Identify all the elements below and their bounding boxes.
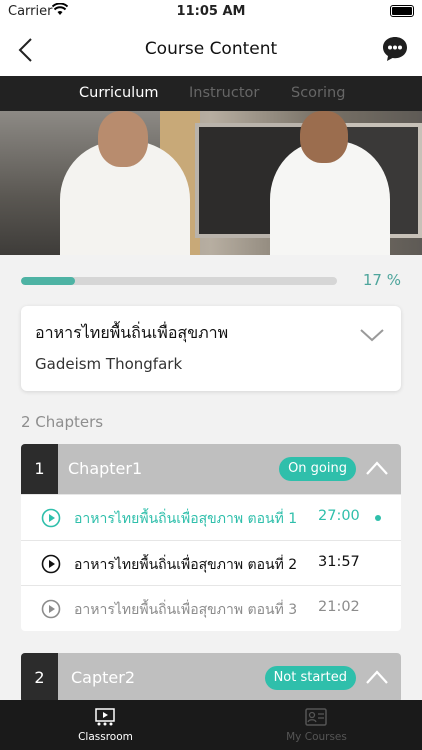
chapter-number: 1 [21, 444, 58, 494]
clock: 11:05 AM [176, 4, 246, 19]
battery-icon [390, 5, 414, 17]
lesson-duration: 31:57 [318, 553, 360, 570]
chevron-down-icon[interactable] [359, 326, 385, 344]
lesson-duration: 27:00 [318, 508, 360, 524]
status-badge: Not started [264, 666, 356, 690]
lesson-title: อาหารไทยพื้นถิ่นเพื่อสุขภาพ ตอนที่ 1 [74, 511, 298, 527]
chapter-title: Chapter1 [68, 459, 143, 478]
chapter-header[interactable]: 1 Chapter1 On going [21, 444, 401, 494]
lesson-item[interactable]: อาหารไทยพื้นถิ่นเพื่อสุขภาพ ตอนที่ 2 31:… [21, 539, 401, 586]
video-chef-right-head [300, 111, 348, 163]
lesson-item[interactable]: อาหารไทยพื้นถิ่นเพื่อสุขภาพ ตอนที่ 3 21:… [21, 585, 401, 631]
video-player[interactable] [0, 111, 422, 255]
lesson-title: อาหารไทยพื้นถิ่นเพื่อสุขภาพ ตอนที่ 3 [74, 602, 298, 618]
page-title: Course Content [144, 39, 278, 59]
classroom-icon [95, 708, 115, 726]
chevron-up-icon[interactable] [365, 459, 389, 477]
course-name: อาหารไทยพื้นถิ่นเพื่อสุขภาพ [35, 323, 229, 342]
course-info-card[interactable]: อาหารไทยพื้นถิ่นเพื่อสุขภาพ Gadeism Thon… [21, 306, 401, 391]
chapters-count: 2 Chapters [21, 413, 104, 431]
chapter-number: 2 [21, 653, 58, 703]
play-icon [41, 554, 61, 573]
tab-classroom[interactable]: Classroom [0, 700, 211, 750]
course-progress-bar [21, 277, 337, 285]
video-chef-left-head [98, 111, 148, 167]
play-icon [41, 508, 61, 528]
status-badge: On going [279, 457, 356, 481]
tab-my-courses[interactable]: My Courses [211, 700, 422, 750]
tab-curriculum[interactable]: Curriculum [79, 85, 159, 101]
course-instructor: Gadeism Thongfark [35, 355, 183, 373]
my-courses-icon [305, 708, 327, 726]
chapter-title: Capter2 [71, 668, 136, 687]
tab-classroom-label: Classroom [78, 731, 133, 743]
tab-instructor[interactable]: Instructor [189, 85, 259, 101]
content-tabs: Curriculum Instructor Scoring [0, 76, 422, 111]
chapter-card: 2 Capter2 Not started [21, 653, 401, 703]
lesson-item[interactable]: อาหารไทยพื้นถิ่นเพื่อสุขภาพ ตอนที่ 1 27:… [21, 494, 401, 540]
chapter-header[interactable]: 2 Capter2 Not started [21, 653, 401, 703]
nav-bar: Course Content [0, 24, 422, 76]
tab-my-courses-label: My Courses [286, 731, 347, 743]
lesson-title: อาหารไทยพื้นถิ่นเพื่อสุขภาพ ตอนที่ 2 [74, 556, 298, 573]
course-progress-percent: 17 % [362, 271, 401, 289]
chat-bubble-icon[interactable] [382, 36, 408, 62]
chevron-up-icon[interactable] [365, 668, 389, 686]
status-bar: Carrier 11:05 AM [0, 0, 422, 24]
tab-scoring[interactable]: Scoring [291, 85, 345, 101]
course-progress-fill [21, 277, 75, 285]
lesson-duration: 21:02 [318, 599, 360, 615]
current-lesson-indicator [375, 515, 381, 521]
bottom-tab-bar: Classroom My Courses [0, 700, 422, 750]
chapter-card: 1 Chapter1 On going อาหารไทยพื้นถิ่นเพื่… [21, 444, 401, 631]
play-icon [41, 599, 61, 619]
